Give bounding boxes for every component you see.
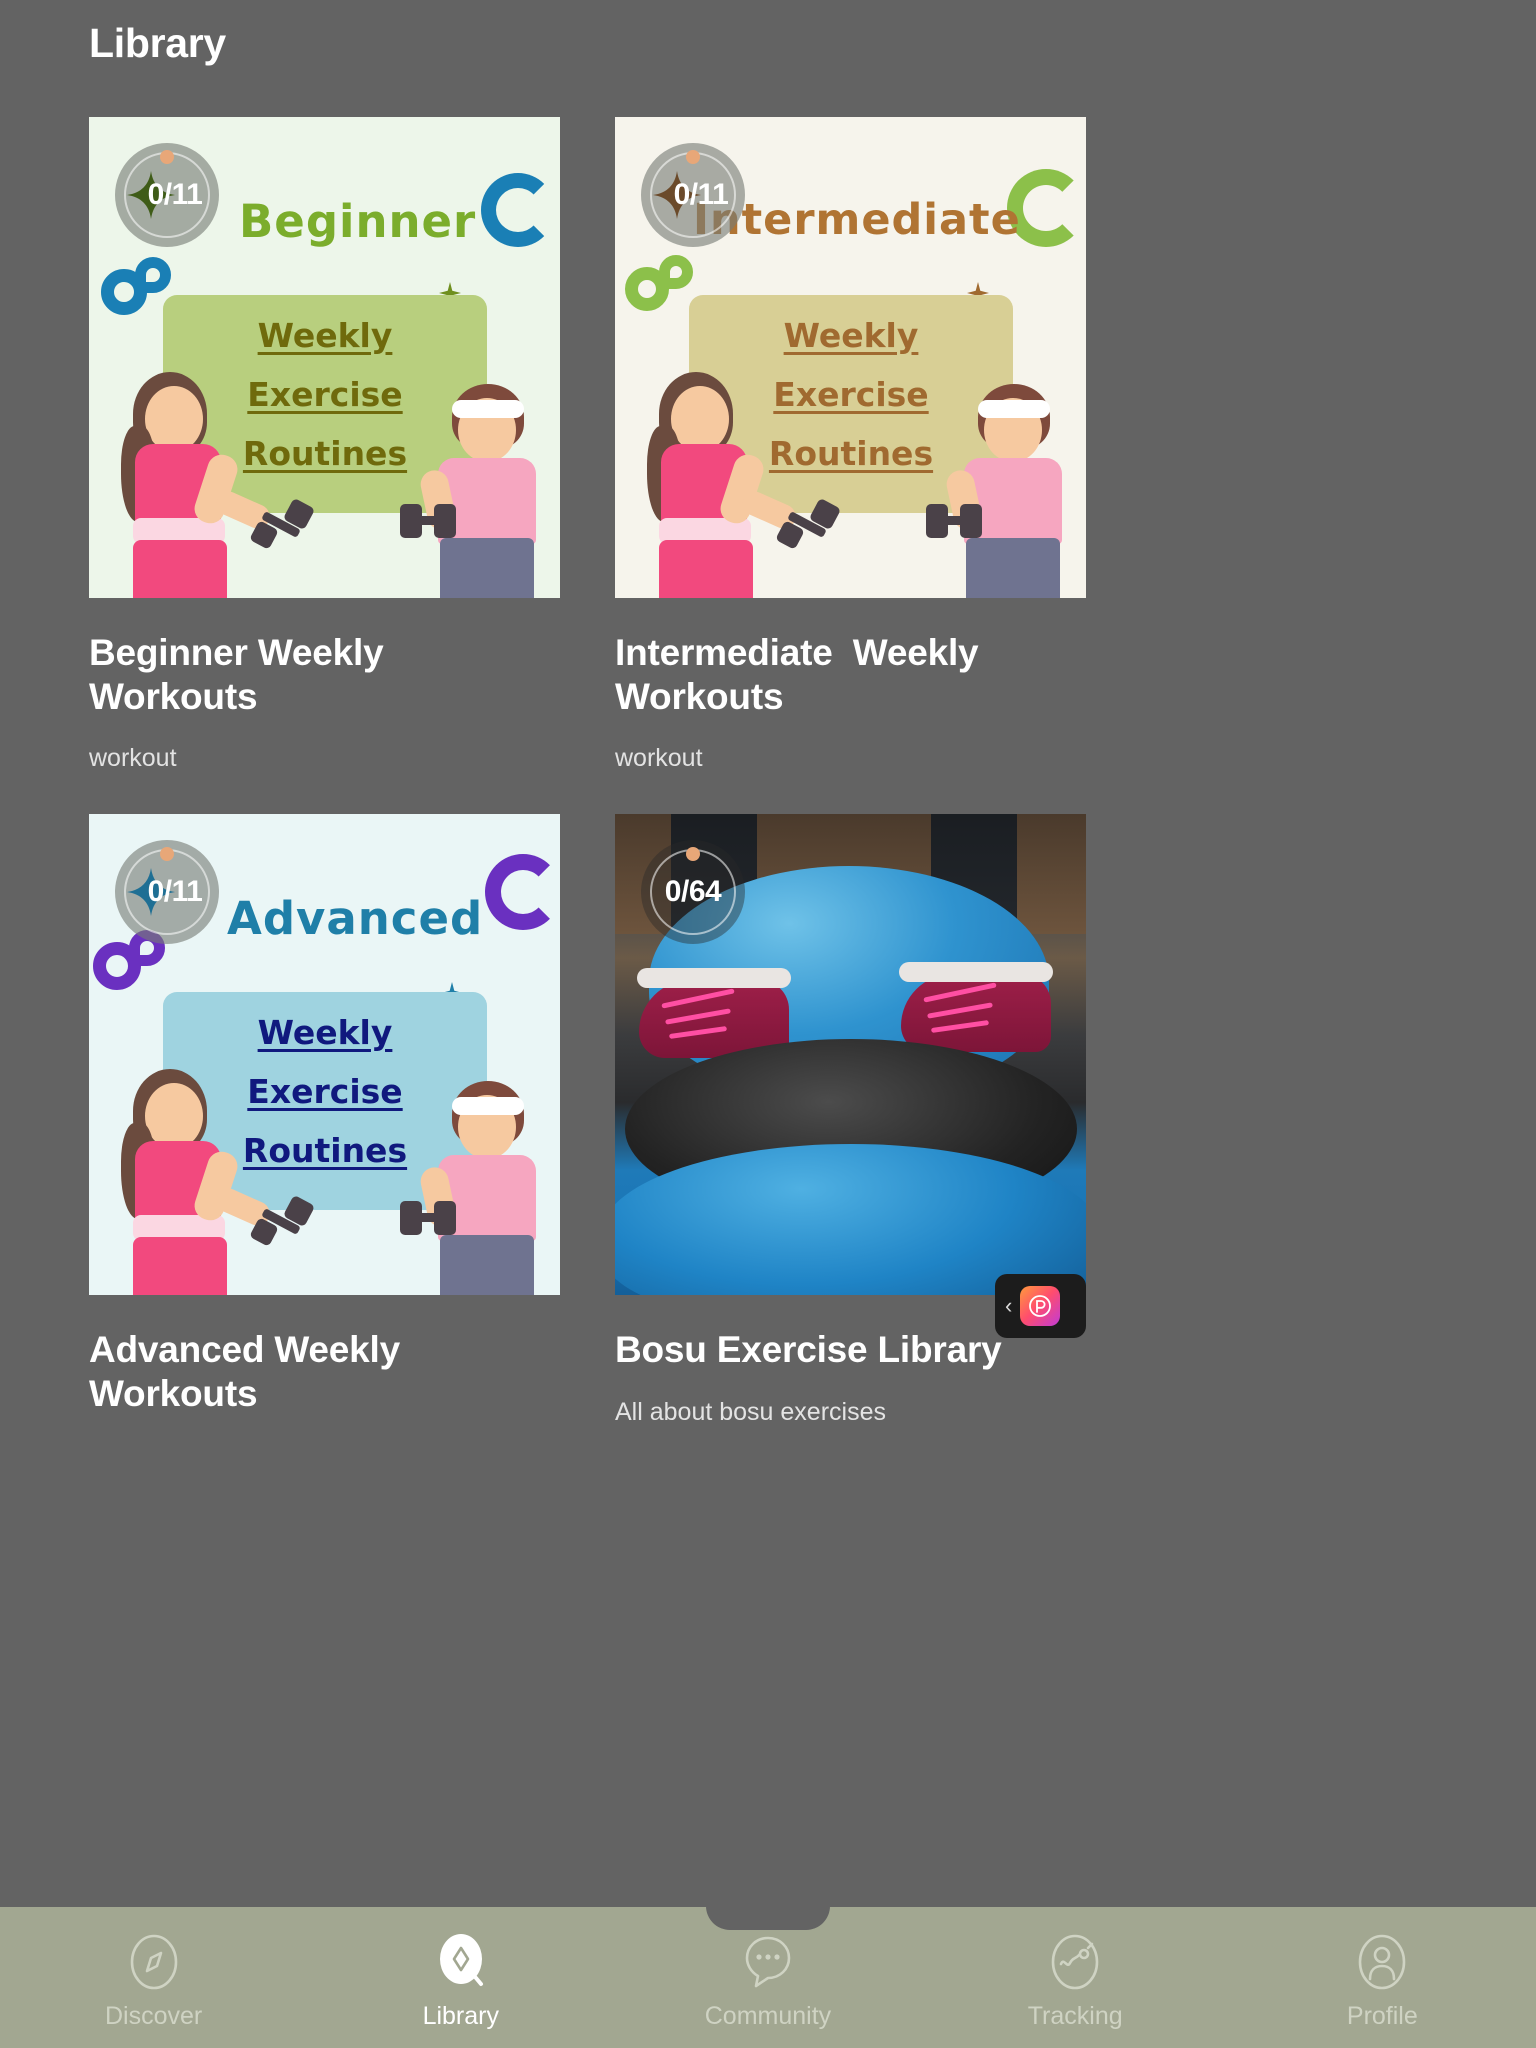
illustration-man	[400, 1075, 560, 1296]
poster-level-label: Beginner	[239, 195, 477, 248]
pulse-icon	[1047, 1931, 1103, 1993]
card-subtitle: workout	[615, 744, 703, 773]
dumbbell-icon	[249, 1195, 316, 1248]
illustration-man	[926, 378, 1086, 598]
card-subtitle: All about bosu exercises	[615, 1397, 886, 1426]
nav-item-profile[interactable]: Profile	[1282, 1931, 1482, 2031]
dumbbell-icon	[249, 497, 316, 550]
poster-board-line: Weekly	[257, 1013, 393, 1053]
nav-label: Profile	[1346, 2001, 1418, 2030]
card-title: Intermediate Weekly Workouts	[615, 632, 989, 717]
dumbbell-icon	[400, 496, 456, 544]
progress-text: 0/11	[673, 178, 729, 211]
library-card[interactable]: Beginner Weekly Exercise Routines 0/11 B…	[89, 117, 560, 773]
card-thumbnail[interactable]: Advanced Weekly Exercise Routines 0/11	[89, 814, 560, 1296]
progress-badge: 0/11	[115, 143, 219, 247]
compass-icon	[126, 1931, 182, 1993]
nav-item-discover[interactable]: Discover	[54, 1931, 254, 2031]
library-card[interactable]: Advanced Weekly Exercise Routines 0/11 A…	[89, 814, 560, 1441]
swirl-doodle-icon	[481, 173, 555, 247]
library-card-grid: Beginner Weekly Exercise Routines 0/11 B…	[89, 117, 1089, 1442]
progress-dot	[160, 150, 174, 164]
card-thumbnail[interactable]: Intermediate Weekly Exercise Routines 0/…	[615, 117, 1086, 598]
nav-item-community[interactable]: Community	[668, 1931, 868, 2031]
nav-label: Library	[422, 2001, 499, 2030]
library-card[interactable]: Intermediate Weekly Exercise Routines 0/…	[615, 117, 1086, 773]
dumbbell-icon	[400, 1193, 456, 1241]
floating-app-switcher[interactable]: ‹	[995, 1274, 1086, 1338]
chat-icon	[740, 1931, 796, 1993]
card-thumbnail[interactable]: 0/64	[615, 814, 1086, 1296]
illustration-woman	[629, 368, 842, 598]
nav-label: Discover	[104, 2001, 203, 2030]
card-thumbnail[interactable]: Beginner Weekly Exercise Routines 0/11	[89, 117, 560, 598]
card-title: Beginner Weekly Workouts	[89, 632, 394, 717]
page-title: Library	[89, 20, 226, 66]
illustration-man	[400, 378, 560, 598]
bottom-navigation: Discover Library Community Tracking Prof…	[0, 1906, 1536, 2048]
library-screen: Library Beginner Weekly Exercise Routine…	[0, 0, 1536, 2048]
library-icon	[433, 1931, 489, 1993]
person-icon	[1354, 1931, 1410, 1993]
nav-label: Community	[704, 2001, 832, 2030]
poster-board-line: Weekly	[257, 316, 393, 355]
progress-dot	[686, 150, 700, 164]
card-title: Advanced Weekly Workouts	[89, 1329, 411, 1414]
card-subtitle: workout	[89, 744, 177, 773]
dumbbell-icon	[775, 497, 842, 550]
swirl-doodle-icon	[485, 854, 560, 931]
progress-badge: 0/11	[641, 143, 745, 247]
progress-text: 0/64	[664, 875, 722, 909]
bosu-ball-lower	[615, 1144, 1086, 1296]
progress-badge: 0/64	[641, 840, 745, 945]
illustration-woman	[103, 1065, 316, 1296]
swirl-doodle-icon	[135, 257, 171, 293]
app-logo-icon[interactable]	[1020, 1286, 1061, 1326]
chevron-left-icon[interactable]: ‹	[1005, 1295, 1012, 1317]
nav-label: Tracking	[1027, 2001, 1123, 2030]
swirl-doodle-icon	[659, 255, 693, 289]
progress-text: 0/11	[147, 178, 203, 211]
progress-badge: 0/11	[115, 840, 219, 945]
progress-text: 0/11	[147, 875, 203, 909]
poster-board-line: Weekly	[783, 316, 919, 355]
nav-item-library[interactable]: Library	[361, 1931, 561, 2031]
library-card[interactable]: 0/64 Bosu Exercise Library All about bos…	[615, 814, 1086, 1441]
nav-item-tracking[interactable]: Tracking	[975, 1931, 1175, 2031]
dumbbell-icon	[926, 496, 982, 544]
illustration-woman	[103, 368, 316, 598]
poster-level-label: Advanced	[227, 892, 484, 946]
